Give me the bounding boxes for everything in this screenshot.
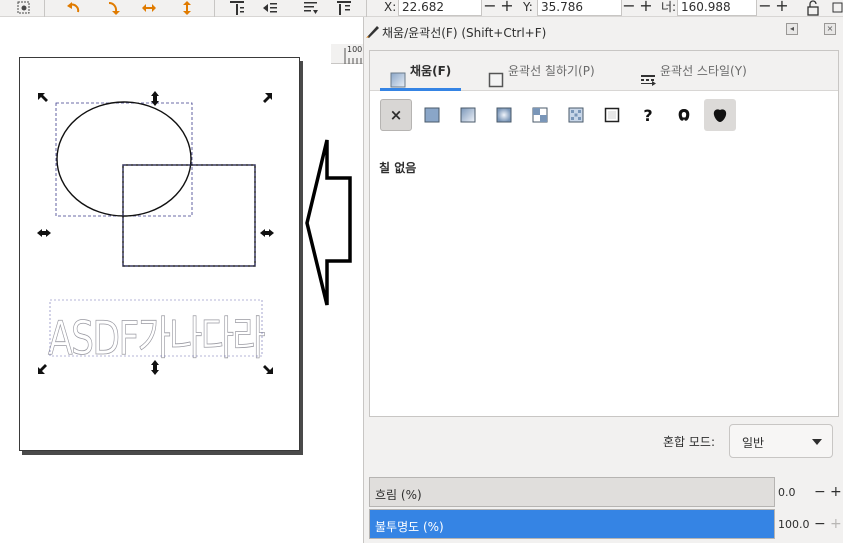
handle-top-right-icon[interactable]: [263, 93, 272, 103]
toolbar-separator: [214, 0, 215, 17]
swatch-button[interactable]: [560, 99, 592, 131]
stroke-paint-tab-icon: [488, 64, 504, 87]
dock-collapse-button[interactable]: ◂: [786, 23, 798, 35]
canvas-drawing: ASDF가나다라: [37, 91, 352, 375]
rotate-cw-icon[interactable]: [106, 0, 122, 16]
handle-top-left-icon[interactable]: [38, 93, 48, 102]
blur-increment-button[interactable]: +: [830, 485, 842, 499]
fill-stroke-icon: [365, 23, 381, 42]
tab-bar: 채움(F) 윤곽선 칠하기(P) 윤곽선 스타일(Y): [370, 51, 838, 91]
blur-decrement-button[interactable]: −: [814, 485, 826, 499]
toolbar-separator: [44, 0, 45, 17]
unknown-paint-button[interactable]: ?: [632, 99, 664, 131]
opacity-slider[interactable]: 불투명도 (%): [369, 509, 775, 539]
x-input[interactable]: 22.682: [398, 0, 482, 16]
question-mark-icon: ?: [643, 105, 653, 125]
tab-fill[interactable]: 채움(F): [380, 51, 462, 91]
y-input[interactable]: 35.786: [537, 0, 622, 16]
pattern-icon: [532, 107, 548, 123]
tab-stroke-style-label: 윤곽선 스타일(Y): [660, 64, 747, 78]
no-fill-label: 칠 없음: [379, 161, 417, 175]
handle-bottom-left-icon[interactable]: [38, 364, 47, 374]
w-increment-button[interactable]: +: [775, 0, 789, 15]
lock-ratio-icon[interactable]: [805, 0, 821, 16]
unset-paint-button[interactable]: [596, 99, 628, 131]
fill-stroke-panel: 채움(F) 윤곽선 칠하기(P) 윤곽선 스타일(Y) × ? 칠 없음: [369, 50, 839, 417]
top-toolbar: X: 22.682 − + Y: 35.786 − + 너: 160.988 −…: [0, 0, 843, 17]
raise-to-top-icon[interactable]: [229, 0, 245, 16]
x-increment-button[interactable]: +: [500, 0, 514, 15]
y-decrement-button[interactable]: −: [622, 0, 636, 15]
flat-color-icon: [424, 107, 440, 123]
left-arrow-annotation-icon: [305, 139, 352, 306]
opacity-decrement-button[interactable]: −: [814, 517, 826, 531]
blend-mode-select[interactable]: 일반: [729, 424, 833, 458]
linear-gradient-button[interactable]: [452, 99, 484, 131]
handle-bottom-right-icon[interactable]: [263, 365, 273, 374]
blend-mode-value: 일반: [742, 436, 765, 450]
canvas-area[interactable]: 100 ASDF가나다라: [0, 17, 363, 543]
tab-fill-label: 채움(F): [410, 64, 452, 78]
flat-color-button[interactable]: [416, 99, 448, 131]
blend-mode-label: 혼합 모드:: [663, 435, 716, 449]
fill-stroke-dock: 채움/윤곽선(F) (Shift+Ctrl+F) ◂ × 채움(F) 윤곽선 칠…: [363, 17, 843, 543]
blur-value[interactable]: 0.0: [778, 486, 796, 499]
tab-stroke-paint[interactable]: 윤곽선 칠하기(P): [488, 51, 595, 91]
fill-tab-icon: [390, 64, 406, 87]
opacity-increment-button[interactable]: +: [830, 517, 842, 531]
toolbar-separator: [366, 0, 367, 17]
w-input[interactable]: 160.988: [677, 0, 757, 16]
handle-right-icon[interactable]: [260, 229, 274, 237]
flip-vertical-icon[interactable]: [179, 0, 195, 16]
rectangle-bbox: [122, 164, 256, 267]
blur-label: 흐림 (%): [375, 488, 422, 502]
radial-gradient-button[interactable]: [488, 99, 520, 131]
radial-gradient-icon: [496, 107, 512, 123]
tab-stroke-style[interactable]: 윤곽선 스타일(Y): [640, 51, 747, 91]
text-object[interactable]: ASDF가나다라: [48, 311, 268, 366]
pattern-button[interactable]: [524, 99, 556, 131]
flip-horizontal-icon[interactable]: [141, 0, 157, 16]
toolbar-overflow-icon[interactable]: [830, 0, 843, 16]
fill-rule-nonzero-button[interactable]: [704, 99, 736, 131]
blur-slider[interactable]: 흐림 (%): [369, 477, 775, 507]
no-paint-icon: ×: [389, 106, 403, 124]
w-label: 너:: [661, 0, 677, 14]
ellipse-object[interactable]: [56, 101, 192, 217]
lower-to-bottom-icon[interactable]: [336, 0, 352, 16]
dock-title-bar: 채움/윤곽선(F) (Shift+Ctrl+F) ◂ ×: [364, 17, 843, 45]
rotate-ccw-icon[interactable]: [65, 0, 81, 16]
fill-rule-nonzero-icon: [713, 109, 727, 122]
unset-paint-icon: [604, 107, 620, 123]
fill-rule-evenodd-button[interactable]: [668, 99, 700, 131]
swatch-icon: [568, 107, 584, 123]
handle-top-icon[interactable]: [151, 91, 159, 106]
y-label: Y:: [523, 0, 533, 14]
dock-title: 채움/윤곽선(F) (Shift+Ctrl+F): [382, 26, 547, 40]
raise-icon[interactable]: [262, 0, 278, 16]
x-decrement-button[interactable]: −: [483, 0, 497, 15]
opacity-value[interactable]: 100.0: [778, 518, 810, 531]
x-label: X:: [384, 0, 397, 14]
y-increment-button[interactable]: +: [639, 0, 653, 15]
chevron-down-icon: [812, 439, 822, 445]
no-paint-button[interactable]: ×: [380, 99, 412, 131]
w-decrement-button[interactable]: −: [758, 0, 772, 15]
handle-left-icon[interactable]: [37, 229, 51, 237]
stroke-style-tab-icon: [640, 64, 656, 86]
select-tool-icon[interactable]: [16, 0, 32, 16]
rectangle-object[interactable]: [122, 164, 256, 267]
lower-icon[interactable]: [303, 0, 319, 16]
tab-stroke-paint-label: 윤곽선 칠하기(P): [508, 64, 595, 78]
linear-gradient-icon: [460, 107, 476, 123]
opacity-label: 불투명도 (%): [375, 520, 444, 534]
dock-close-button[interactable]: ×: [824, 23, 836, 35]
fill-rule-evenodd-icon: [678, 109, 690, 121]
